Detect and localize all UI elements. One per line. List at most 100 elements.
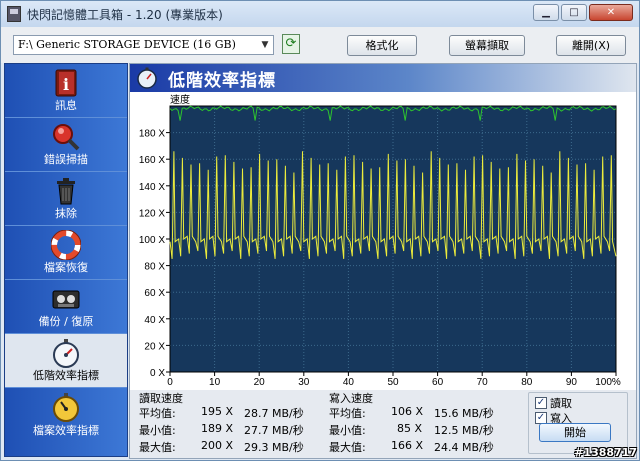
info-book-icon: i <box>55 69 77 97</box>
y-tick-label: 140 X <box>139 182 165 193</box>
benchmark-panel: 低階效率指標 0 X 20 X 40 X 60 X 80 X 100 X 120 X 140 … <box>129 63 637 459</box>
x-tick-label: 100% <box>595 377 621 388</box>
x-tick-label: 70 <box>477 377 489 388</box>
sidebar-item-info[interactable]: i 訊息 <box>5 64 127 118</box>
stat-x: 200 X <box>201 439 234 452</box>
sidebar-item-label: 訊息 <box>55 99 77 112</box>
y-tick-label: 80 X <box>144 262 165 273</box>
stopwatch-icon <box>53 339 79 368</box>
stopwatch-gold-icon <box>53 393 79 422</box>
write-stats-title: 寫入速度 <box>329 392 373 405</box>
stat-label: 最大值: <box>329 441 366 454</box>
y-tick-label: 0 X <box>150 368 165 379</box>
stat-speed: 15.6 MB/秒 <box>434 407 494 420</box>
panel-title: 低階效率指標 <box>168 71 276 91</box>
y-tick-label: 100 X <box>139 235 165 246</box>
maximize-button[interactable]: □ <box>561 4 587 21</box>
x-tick-label: 60 <box>432 377 444 388</box>
y-tick-label: 180 X <box>139 129 165 140</box>
x-tick-label: 90 <box>566 377 578 388</box>
sidebar-item-label: 備份 / 復原 <box>38 315 94 328</box>
stopwatch-icon <box>137 67 157 89</box>
y-axis-label: 速度 <box>170 93 190 106</box>
app-window: 快閃記憶體工具箱 - 1.20 (專業版本) ▁ □ ✕ F:\ Generic… <box>0 0 640 461</box>
x-tick-label: 50 <box>387 377 399 388</box>
write-stats: 寫入速度 平均值: 106 X 15.6 MB/秒 最小值: 85 X 12.5… <box>329 390 519 456</box>
read-checkbox[interactable]: ✓ <box>535 397 547 409</box>
speed-chart: 0 X 20 X 40 X 60 X 80 X 100 X 120 X 140 X 160 X 1… <box>130 92 636 390</box>
stat-x: 106 X <box>391 405 424 418</box>
sidebar-item-error-scan[interactable]: 錯誤掃描 <box>5 118 127 172</box>
magnifier-icon <box>53 124 80 151</box>
device-select[interactable]: F:\ Generic STORAGE DEVICE (16 GB) ▼ <box>13 35 274 55</box>
x-tick-label: 0 <box>167 377 173 388</box>
x-tick-label: 80 <box>521 377 533 388</box>
minimize-button[interactable]: ▁ <box>533 4 559 21</box>
x-tick-label: 30 <box>298 377 310 388</box>
lifebuoy-icon <box>51 230 81 260</box>
svg-text:i: i <box>63 75 69 94</box>
sidebar-item-erase[interactable]: 抹除 <box>5 172 127 226</box>
sidebar-item-label: 抹除 <box>55 207 77 220</box>
x-tick-label: 10 <box>209 377 221 388</box>
read-avg-row: 平均值: 195 X 28.7 MB/秒 <box>139 405 339 421</box>
speed-chart-svg: 0 X 20 X 40 X 60 X 80 X 100 X 120 X 140 X 160 X 1… <box>139 93 621 388</box>
read-stats-title: 讀取速度 <box>139 392 183 405</box>
sidebar-item-label: 錯誤掃描 <box>44 153 88 166</box>
y-tick-label: 120 X <box>139 208 165 219</box>
toolbar: F:\ Generic STORAGE DEVICE (16 GB) ▼ ⟳ 格… <box>1 27 639 63</box>
sidebar-item-file-recovery[interactable]: 檔案恢復 <box>5 226 127 280</box>
y-tick-label: 60 X <box>144 288 165 299</box>
stat-speed: 24.4 MB/秒 <box>434 441 494 454</box>
sidebar-item-backup-restore[interactable]: 備份 / 復原 <box>5 280 127 334</box>
options-box: ✓ 讀取 ✓ 寫入 開始 <box>528 392 628 454</box>
chevron-down-icon[interactable]: ▼ <box>257 36 273 54</box>
start-button[interactable]: 開始 <box>539 423 611 442</box>
exit-button[interactable]: 離開(X) <box>556 35 626 56</box>
read-checkbox-row[interactable]: ✓ 讀取 <box>535 396 572 410</box>
format-button[interactable]: 格式化 <box>347 35 417 56</box>
window-title: 快閃記憶體工具箱 - 1.20 (專業版本) <box>27 7 223 22</box>
stat-label: 最小值: <box>139 424 176 437</box>
stat-label: 平均值: <box>329 407 366 420</box>
panel-header: 低階效率指標 <box>130 64 636 92</box>
app-icon <box>7 6 21 22</box>
stat-speed: 12.5 MB/秒 <box>434 424 494 437</box>
sidebar-item-label: 低階效率指標 <box>33 369 99 382</box>
read-stats: 讀取速度 平均值: 195 X 28.7 MB/秒 最小值: 189 X 27.… <box>139 390 319 456</box>
title-bar[interactable]: 快閃記憶體工具箱 - 1.20 (專業版本) ▁ □ ✕ <box>1 1 639 27</box>
stat-label: 最大值: <box>139 441 176 454</box>
y-tick-label: 20 X <box>144 341 165 352</box>
stats-area: 讀取速度 平均值: 195 X 28.7 MB/秒 最小值: 189 X 27.… <box>130 390 636 458</box>
watermark-text: #1388717 <box>574 446 637 459</box>
stat-label: 平均值: <box>139 407 176 420</box>
sidebar-item-file-benchmark[interactable]: 檔案效率指標 <box>5 388 127 442</box>
stat-speed: 27.7 MB/秒 <box>244 424 304 437</box>
sidebar: i 訊息 錯誤掃描 抹除 檔案恢復 備份 / 復原 低階效率指標 檔案效率指標 <box>4 63 128 457</box>
read-checkbox-label: 讀取 <box>550 397 572 410</box>
write-min-row: 最小值: 85 X 12.5 MB/秒 <box>329 422 529 438</box>
stat-x: 166 X <box>391 439 424 452</box>
sidebar-item-low-level-benchmark[interactable]: 低階效率指標 <box>5 334 127 388</box>
trash-icon <box>57 178 75 205</box>
stat-speed: 29.3 MB/秒 <box>244 441 304 454</box>
stat-label: 最小值: <box>329 424 366 437</box>
device-select-value: F:\ Generic STORAGE DEVICE (16 GB) <box>18 38 236 51</box>
read-min-row: 最小值: 189 X 27.7 MB/秒 <box>139 422 339 438</box>
sidebar-item-label: 檔案恢復 <box>44 261 88 274</box>
write-max-row: 最大值: 166 X 24.4 MB/秒 <box>329 439 529 455</box>
close-button[interactable]: ✕ <box>589 4 633 21</box>
x-tick-label: 20 <box>254 377 266 388</box>
stat-x: 85 X <box>397 422 423 435</box>
x-tick-label: 40 <box>343 377 355 388</box>
y-tick-label: 160 X <box>139 155 165 166</box>
window-controls: ▁ □ ✕ <box>533 4 633 21</box>
stat-x: 195 X <box>201 405 234 418</box>
sidebar-item-label: 檔案效率指標 <box>33 424 99 437</box>
refresh-button[interactable]: ⟳ <box>282 34 300 54</box>
read-max-row: 最大值: 200 X 29.3 MB/秒 <box>139 439 339 455</box>
stat-speed: 28.7 MB/秒 <box>244 407 304 420</box>
tape-icon <box>52 290 80 309</box>
write-avg-row: 平均值: 106 X 15.6 MB/秒 <box>329 405 529 421</box>
screenshot-button[interactable]: 螢幕擷取 <box>449 35 525 56</box>
